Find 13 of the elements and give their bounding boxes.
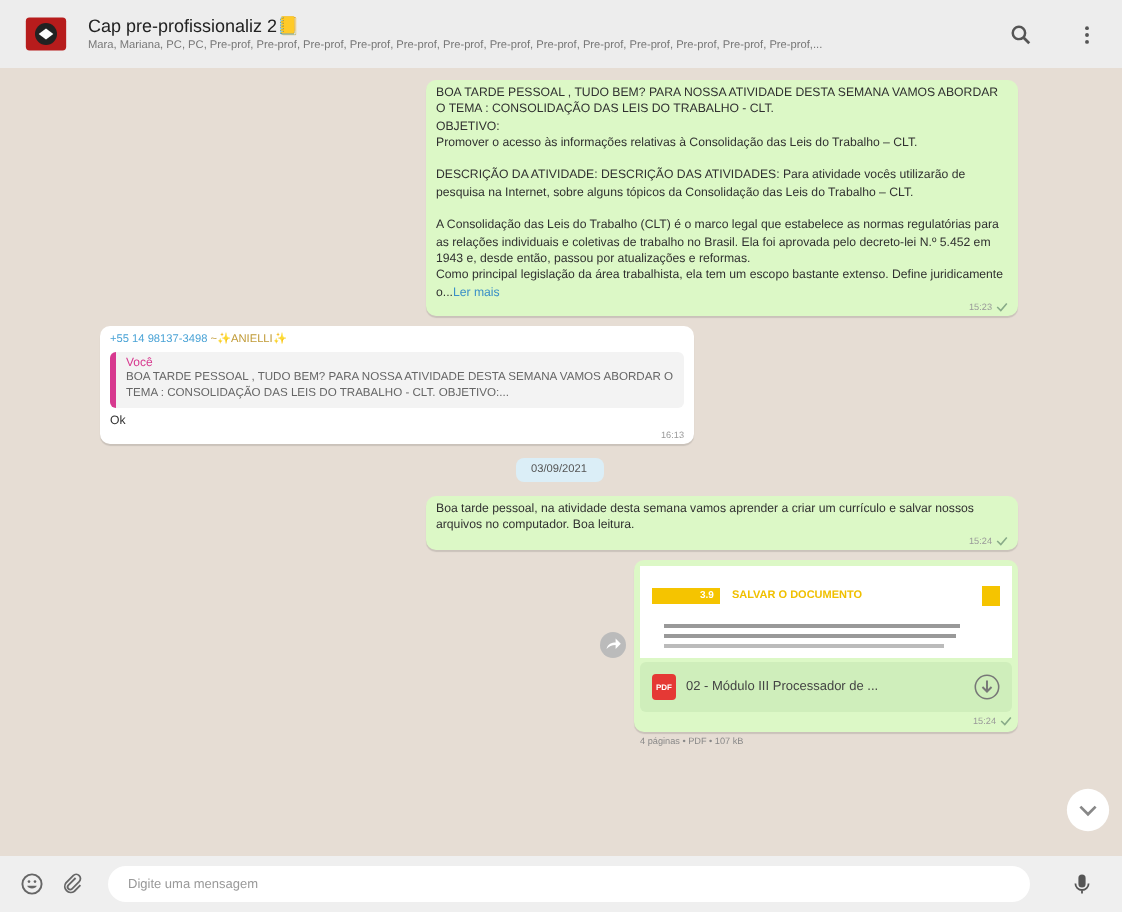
check-icon	[996, 535, 1008, 546]
microphone-icon[interactable]	[1070, 872, 1094, 896]
group-logo-icon[interactable]	[24, 12, 68, 56]
group-title[interactable]: Cap pre-profissionaliz 2	[88, 16, 278, 36]
scroll-down-button[interactable]	[1066, 788, 1110, 832]
accent-block	[982, 585, 1000, 606]
download-icon[interactable]	[974, 673, 1000, 700]
check-icon	[1000, 715, 1012, 726]
notebook-emoji: 📒	[277, 16, 300, 36]
paperclip-icon[interactable]	[60, 872, 84, 896]
search-icon[interactable]	[1010, 23, 1032, 45]
check-icon	[996, 301, 1008, 312]
emoji-icon[interactable]	[20, 872, 44, 896]
